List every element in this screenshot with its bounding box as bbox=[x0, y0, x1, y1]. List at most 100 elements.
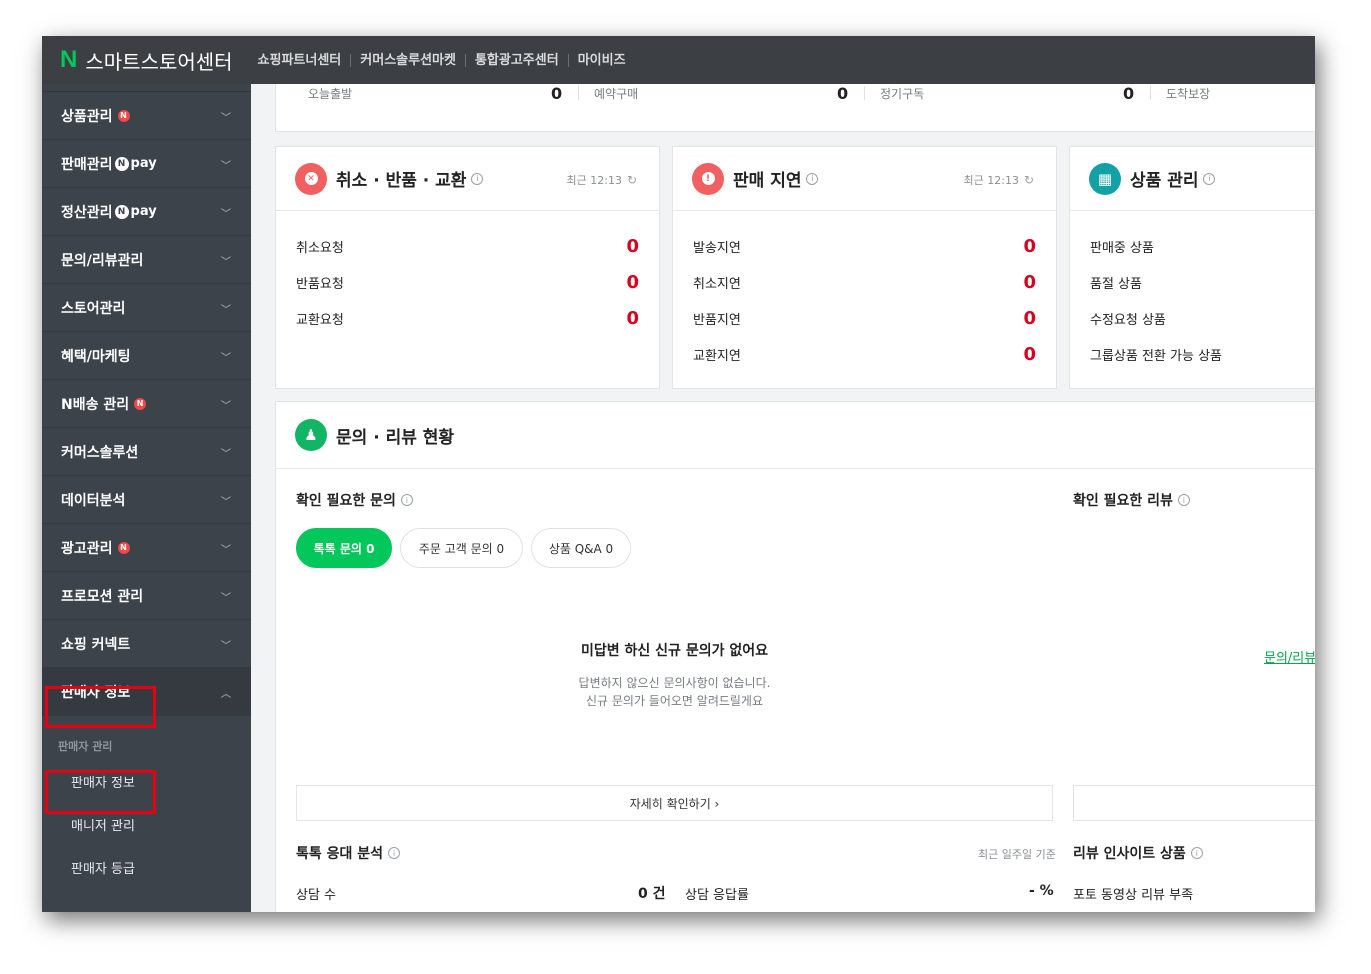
sidebar-item-products[interactable]: 상품관리 N ﹀ bbox=[42, 92, 251, 140]
pill-talktalk-inquiry[interactable]: 톡톡 문의 0 bbox=[296, 528, 392, 568]
row-value[interactable]: 0 bbox=[1023, 344, 1036, 365]
refresh-icon[interactable]: ↻ bbox=[1024, 173, 1034, 187]
toplink-shopping-partner[interactable]: 쇼핑파트너센터 bbox=[249, 53, 352, 67]
stat-today-dispatch[interactable]: 오늘출발 bbox=[308, 84, 352, 102]
toplink-commerce-solution[interactable]: 커머스솔루션마켓 bbox=[351, 53, 466, 67]
info-icon[interactable]: i bbox=[471, 172, 484, 185]
sidebar-item-data-analysis[interactable]: 데이터분석 ﹀ bbox=[42, 476, 251, 524]
list-item[interactable]: 수정요청 상품 bbox=[1090, 309, 1166, 328]
row-label: 발송지연 bbox=[693, 240, 741, 256]
info-icon[interactable]: i bbox=[388, 847, 401, 859]
sidebar-item-label: 광고관리 bbox=[61, 540, 113, 557]
stat-subscription[interactable]: 정기구독 bbox=[880, 84, 924, 102]
sidebar-item-label: 판매관리 bbox=[61, 156, 113, 173]
pill-order-customer-inquiry[interactable]: 주문 고객 문의 0 bbox=[400, 528, 523, 568]
stat-arrival-guarantee[interactable]: 도착보장 bbox=[1166, 84, 1210, 102]
stat-value: 0 bbox=[551, 84, 563, 103]
card-title: 판매 지연 bbox=[733, 171, 802, 191]
sales-delay-card: ! 판매 지연 i 최근 12:13 ↻ 발송지연 0 취소지연 0 반품지연 0… bbox=[672, 146, 1057, 389]
toplink-mybiz[interactable]: 마이비즈 bbox=[569, 54, 635, 67]
row-label: 교환지연 bbox=[693, 348, 741, 364]
consult-count-label: 상담 수 bbox=[296, 888, 337, 903]
card-header: ♟ 문의 · 리뷰 현황 bbox=[276, 402, 1315, 469]
sidebar-item-label: 정산관리 bbox=[61, 204, 113, 221]
analysis-basis: 최근 일주일 기준 bbox=[978, 848, 1056, 861]
sidebar-item-marketing[interactable]: 혜택/마케팅 ﹀ bbox=[42, 332, 251, 380]
row-value[interactable]: 0 bbox=[1023, 272, 1036, 293]
sidebar-item-label: 문의/리뷰관리 bbox=[61, 252, 144, 269]
card-title: 상품 관리 bbox=[1130, 171, 1199, 191]
card-title: 문의 · 리뷰 현황 bbox=[336, 427, 455, 448]
app-title[interactable]: 스마트스토어센터 bbox=[85, 46, 232, 75]
row-label: 교환요청 bbox=[296, 312, 344, 328]
naver-logo-icon[interactable]: N bbox=[60, 46, 77, 74]
row-value[interactable]: 0 bbox=[1023, 308, 1036, 329]
list-item[interactable]: 취소요청 bbox=[296, 237, 344, 256]
stat-label: 예약구매 bbox=[594, 86, 639, 101]
list-item[interactable]: 발송지연 bbox=[693, 237, 741, 256]
inquiry-review-link[interactable]: 문의/리뷰 bbox=[1264, 647, 1315, 666]
chevron-down-icon: ﹀ bbox=[221, 641, 231, 652]
sidebar-item-inquiry-review[interactable]: 문의/리뷰관리 ﹀ bbox=[42, 236, 251, 284]
sidebar-item-shopping-connect[interactable]: 쇼핑 커넥트 ﹀ bbox=[42, 620, 251, 668]
user-inquiry-icon: ♟ bbox=[295, 419, 327, 451]
list-item[interactable]: 교환지연 bbox=[693, 345, 741, 364]
row-label: 판매중 상품 bbox=[1090, 240, 1154, 256]
list-item[interactable]: 반품요청 bbox=[296, 273, 344, 292]
top-navigation-bar: N 스마트스토어센터 쇼핑파트너센터 커머스솔루션마켓 통합광고주센터 마이비즈 bbox=[42, 36, 1315, 84]
sidebar-item-commerce-solution[interactable]: 커머스솔루션 ﹀ bbox=[42, 428, 251, 476]
info-icon[interactable]: i bbox=[1203, 172, 1216, 185]
stat-label: 정기구독 bbox=[880, 86, 925, 101]
new-badge-icon: N bbox=[117, 541, 130, 554]
sidebar-item-sales[interactable]: 판매관리 Npay ﹀ bbox=[42, 140, 251, 188]
empty-state-desc-1: 답변하지 않으신 문의사항이 없습니다. bbox=[578, 676, 771, 690]
sidebar-top-gap bbox=[42, 84, 251, 92]
app-window: N 스마트스토어센터 쇼핑파트너센터 커머스솔루션마켓 통합광고주센터 마이비즈… bbox=[42, 36, 1315, 912]
stat-reservation[interactable]: 예약구매 bbox=[594, 84, 638, 102]
consult-rate-value: - % bbox=[1029, 883, 1054, 899]
more-details-button[interactable]: 자세히 확인하기 › bbox=[296, 785, 1053, 821]
stat-label: 도착보장 bbox=[1166, 86, 1211, 101]
sidebar-item-label: 스토어관리 bbox=[61, 300, 126, 317]
card-header: ! 판매 지연 i 최근 12:13 ↻ bbox=[673, 147, 1056, 211]
store-icon: ▦ bbox=[1089, 162, 1121, 195]
review-more-button[interactable] bbox=[1073, 785, 1315, 821]
npay-logo-icon: Npay bbox=[114, 204, 157, 219]
sidebar-item-ads[interactable]: 광고관리 N ﹀ bbox=[42, 524, 251, 572]
chevron-down-icon: ﹀ bbox=[221, 401, 231, 412]
submenu-item-seller-grade[interactable]: 판매자 등급 bbox=[42, 846, 251, 889]
row-label: 반품요청 bbox=[296, 276, 344, 292]
review-insight-title: 리뷰 인사이트 상품 i bbox=[1073, 843, 1203, 863]
list-item[interactable]: 그룹상품 전환 가능 상품 bbox=[1090, 345, 1222, 364]
info-icon[interactable]: i bbox=[1190, 847, 1203, 859]
chevron-down-icon: ﹀ bbox=[221, 545, 231, 556]
review-section-title: 확인 필요한 리뷰 i bbox=[1073, 490, 1190, 510]
toplink-ad-center[interactable]: 통합광고주센터 bbox=[466, 53, 569, 67]
row-value[interactable]: 0 bbox=[1023, 236, 1036, 257]
pill-product-qna[interactable]: 상품 Q&A 0 bbox=[531, 528, 631, 568]
refresh-control[interactable]: 최근 12:13 ↻ bbox=[964, 172, 1035, 188]
list-item[interactable]: 품절 상품 bbox=[1090, 273, 1142, 292]
card-title: 취소 · 반품 · 교환 bbox=[336, 171, 467, 191]
info-icon[interactable]: i bbox=[806, 172, 819, 185]
sidebar-item-settlement[interactable]: 정산관리 Npay ﹀ bbox=[42, 188, 251, 236]
row-label: 품절 상품 bbox=[1090, 276, 1142, 292]
refresh-control[interactable]: 최근 12:13 ↻ bbox=[567, 172, 638, 188]
sidebar-item-promotion[interactable]: 프로모션 관리 ﹀ bbox=[42, 572, 251, 620]
row-value[interactable]: 0 bbox=[626, 308, 639, 329]
row-value[interactable]: 0 bbox=[626, 272, 639, 293]
sidebar-item-store[interactable]: 스토어관리 ﹀ bbox=[42, 284, 251, 332]
list-item[interactable]: 교환요청 bbox=[296, 309, 344, 328]
sidebar-item-label: 커머스솔루션 bbox=[61, 444, 139, 461]
inquiry-filter-pills: 톡톡 문의 0 주문 고객 문의 0 상품 Q&A 0 bbox=[296, 528, 696, 568]
row-value[interactable]: 0 bbox=[626, 236, 639, 257]
row-label: 취소요청 bbox=[296, 240, 344, 256]
refresh-icon[interactable]: ↻ bbox=[627, 173, 637, 187]
list-item[interactable]: 취소지연 bbox=[693, 273, 741, 292]
info-icon[interactable]: i bbox=[400, 494, 413, 506]
info-icon[interactable]: i bbox=[1177, 494, 1190, 506]
list-item[interactable]: 반품지연 bbox=[693, 309, 741, 328]
list-item[interactable]: 판매중 상품 bbox=[1090, 237, 1154, 256]
sidebar-item-n-delivery[interactable]: N배송 관리 N ﹀ bbox=[42, 380, 251, 428]
sidebar-item-label: 상품관리 bbox=[61, 108, 113, 125]
